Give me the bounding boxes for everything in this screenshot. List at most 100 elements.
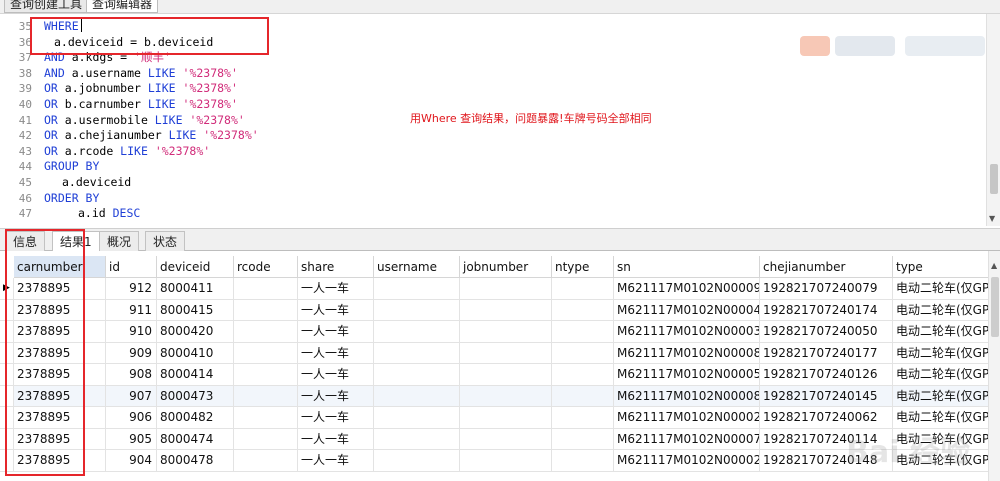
cell-jobnumber[interactable] — [460, 321, 552, 343]
cell-id[interactable]: 909 — [106, 342, 157, 364]
column-header-deviceid[interactable]: deviceid — [157, 256, 234, 278]
cell-jobnumber[interactable] — [460, 428, 552, 450]
table-row[interactable]: ▶23788959128000411一人一车M621117M0102N00009… — [0, 278, 988, 300]
cell-chejianumber[interactable]: 192821707240177 — [760, 342, 893, 364]
cell-deviceid[interactable]: 8000411 — [157, 278, 234, 300]
cell-rcode[interactable] — [234, 364, 298, 386]
column-header-share[interactable]: share — [298, 256, 374, 278]
result-grid[interactable]: carnumber id deviceid rcode share username job… — [0, 251, 988, 481]
cell-share[interactable]: 一人一车 — [298, 364, 374, 386]
table-row[interactable]: 23788959048000478一人一车M621117M0102N000024… — [0, 450, 988, 472]
cell-type[interactable]: 电动二轮车(仅GP — [893, 300, 988, 321]
cell-jobnumber[interactable] — [460, 299, 552, 321]
cell-chejianumber[interactable]: 192821707240126 — [760, 364, 893, 386]
cell-id[interactable]: 907 — [106, 385, 157, 407]
cell-ntype[interactable] — [552, 428, 614, 450]
table-row[interactable]: 23788959098000410一人一车M621117M0102N000082… — [0, 342, 988, 364]
cell-type[interactable]: 电动二轮车(仅GP — [893, 407, 988, 429]
cell-chejianumber[interactable]: 192821707240062 — [760, 407, 893, 429]
tab-query-builder[interactable]: 查询创建工具 — [4, 0, 89, 13]
tab-query-editor[interactable]: 查询编辑器 — [86, 0, 159, 13]
tab-overview[interactable]: 概况 — [99, 231, 140, 252]
table-row[interactable]: 23788959118000415一人一车M621117M0102N000040… — [0, 299, 988, 321]
tab-status[interactable]: 状态 — [145, 231, 186, 252]
cell-sn[interactable]: M621117M0102N0000828 — [614, 342, 760, 364]
cell-rcode[interactable] — [234, 342, 298, 364]
cell-username[interactable] — [374, 428, 460, 450]
cell-id[interactable]: 904 — [106, 450, 157, 472]
cell-share[interactable]: 一人一车 — [298, 321, 374, 343]
cell-username[interactable] — [374, 385, 460, 407]
cell-ntype[interactable] — [552, 342, 614, 364]
cell-id[interactable]: 906 — [106, 407, 157, 429]
cell-username[interactable] — [374, 407, 460, 429]
cell-deviceid[interactable]: 8000474 — [157, 428, 234, 450]
column-header-jobnumber[interactable]: jobnumber — [460, 256, 552, 278]
cell-deviceid[interactable]: 8000482 — [157, 407, 234, 429]
cell-deviceid[interactable]: 8000473 — [157, 385, 234, 407]
editor-vertical-scrollbar[interactable]: ▼ — [986, 14, 1000, 226]
scroll-down-arrow-icon[interactable]: ▼ — [989, 214, 995, 223]
cell-id[interactable]: 905 — [106, 428, 157, 450]
cell-ntype[interactable] — [552, 364, 614, 386]
scrollbar-thumb[interactable] — [991, 277, 999, 337]
scroll-up-arrow-icon[interactable]: ▲ — [991, 261, 997, 270]
scrollbar-thumb[interactable] — [990, 164, 998, 194]
cell-id[interactable]: 911 — [106, 299, 157, 321]
cell-sn[interactable]: M621117M0102N0000761 — [614, 428, 760, 450]
table-row[interactable]: 23788959088000414一人一车M621117M0102N000058… — [0, 364, 988, 386]
column-header-sn[interactable]: sn — [614, 256, 760, 278]
cell-deviceid[interactable]: 8000478 — [157, 450, 234, 472]
cell-type[interactable]: 电动二轮车(仅GP — [893, 385, 988, 407]
cell-chejianumber[interactable]: 192821707240079 — [760, 278, 893, 300]
table-row[interactable]: 23788959108000420一人一车M621117M0102N000037… — [0, 321, 988, 343]
cell-username[interactable] — [374, 364, 460, 386]
cell-username[interactable] — [374, 299, 460, 321]
cell-username[interactable] — [374, 321, 460, 343]
cell-ntype[interactable] — [552, 450, 614, 472]
cell-rcode[interactable] — [234, 428, 298, 450]
table-row[interactable]: 23788959058000474一人一车M621117M0102N000076… — [0, 428, 988, 450]
cell-deviceid[interactable]: 8000420 — [157, 321, 234, 343]
cell-sn[interactable]: M621117M0102N0000581 — [614, 364, 760, 386]
cell-ntype[interactable] — [552, 278, 614, 300]
cell-sn[interactable]: M621117M0102N0000214 — [614, 407, 760, 429]
cell-rcode[interactable] — [234, 407, 298, 429]
column-header-type[interactable]: type — [893, 256, 988, 278]
cell-chejianumber[interactable]: 192821707240145 — [760, 385, 893, 407]
cell-sn[interactable]: M621117M0102N0000861 — [614, 385, 760, 407]
cell-jobnumber[interactable] — [460, 364, 552, 386]
grid-vertical-scrollbar[interactable]: ▲ — [988, 251, 1000, 481]
cell-ntype[interactable] — [552, 299, 614, 321]
sql-editor[interactable]: 35 36 37 38 39 40 41 42 43 44 45 46 47 WHERE a.device… — [0, 14, 1000, 226]
cell-type[interactable]: 电动二轮车(仅GP — [893, 364, 988, 386]
cell-jobnumber[interactable] — [460, 407, 552, 429]
column-header-id[interactable]: id — [106, 256, 157, 278]
cell-sn[interactable]: M621117M0102N0000400 — [614, 299, 760, 321]
cell-type[interactable]: 电动二轮车(仅GP — [893, 343, 988, 364]
cell-type[interactable]: 电动二轮车(仅GP — [893, 278, 988, 300]
cell-chejianumber[interactable]: 192821707240050 — [760, 321, 893, 343]
cell-sn[interactable]: M621117M0102N0000240 — [614, 450, 760, 472]
cell-jobnumber[interactable] — [460, 450, 552, 472]
cell-id[interactable]: 908 — [106, 364, 157, 386]
cell-rcode[interactable] — [234, 278, 298, 300]
cell-username[interactable] — [374, 342, 460, 364]
cell-jobnumber[interactable] — [460, 385, 552, 407]
cell-rcode[interactable] — [234, 321, 298, 343]
column-header-ntype[interactable]: ntype — [552, 256, 614, 278]
cell-chejianumber[interactable]: 192821707240174 — [760, 299, 893, 321]
cell-deviceid[interactable]: 8000414 — [157, 364, 234, 386]
cell-share[interactable]: 一人一车 — [298, 407, 374, 429]
table-row[interactable]: 23788959068000482一人一车M621117M0102N000021… — [0, 407, 988, 429]
cell-share[interactable]: 一人一车 — [298, 299, 374, 321]
cell-sn[interactable]: M621117M0102N0000961 — [614, 278, 760, 300]
cell-share[interactable]: 一人一车 — [298, 342, 374, 364]
cell-id[interactable]: 910 — [106, 321, 157, 343]
column-header-username[interactable]: username — [374, 256, 460, 278]
cell-jobnumber[interactable] — [460, 342, 552, 364]
column-header-chejianumber[interactable]: chejianumber — [760, 256, 893, 278]
cell-rcode[interactable] — [234, 385, 298, 407]
cell-ntype[interactable] — [552, 321, 614, 343]
cell-share[interactable]: 一人一车 — [298, 278, 374, 300]
